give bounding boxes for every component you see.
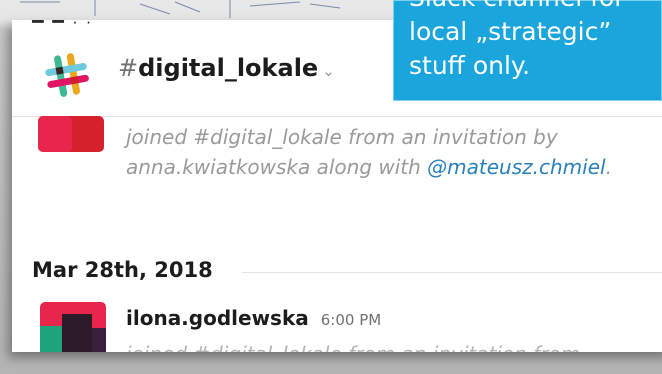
- divider-line: [242, 272, 662, 273]
- channel-name: digital_lokale: [138, 54, 319, 82]
- slack-logo-icon: [45, 53, 89, 97]
- avatar[interactable]: [38, 116, 104, 152]
- callout-line-1: Slack channel for: [409, 0, 625, 14]
- annotation-callout: Slack channel for local „strategic” stuf…: [393, 0, 662, 101]
- message-header: ilona.godlewska 6:00 PM: [126, 306, 381, 330]
- channel-hash: #: [118, 54, 139, 82]
- channel-name-button[interactable]: #digital_lokale ⌄: [118, 54, 335, 82]
- date-label: Mar 28th, 2018: [32, 258, 213, 282]
- join-message: joined #digital_lokale from an invitatio…: [126, 122, 662, 182]
- user-mention-link[interactable]: @mateusz.chmiel: [427, 155, 605, 179]
- chevron-down-icon: ⌄: [322, 62, 335, 80]
- callout-line-3: stuff only.: [409, 51, 531, 80]
- avatar[interactable]: [40, 302, 106, 352]
- background-sketch: [20, 0, 341, 18]
- message-username-link[interactable]: ilona.godlewska: [126, 306, 309, 330]
- message-timestamp[interactable]: 6:00 PM: [321, 311, 381, 329]
- cut-off-text: ▀ ▀ · ·: [32, 20, 93, 32]
- callout-line-2: local „strategic”: [409, 17, 612, 46]
- message-text: joined #digital_lokale from an invitatio…: [126, 342, 580, 352]
- date-divider: Mar 28th, 2018: [12, 258, 662, 288]
- join-message-period: .: [605, 155, 612, 179]
